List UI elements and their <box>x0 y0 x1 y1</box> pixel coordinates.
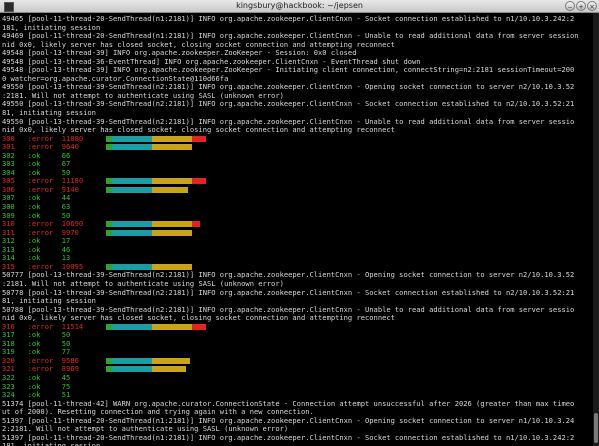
log-line: nid 0x0, likely server has closed socket… <box>2 125 395 135</box>
stat-line: 309 :ok 50 <box>2 210 71 220</box>
bar-yellow <box>152 186 188 193</box>
close-button[interactable]: × <box>587 1 597 11</box>
stat-line: 308 :ok 63 <box>2 202 71 212</box>
scrollbar-thumb[interactable] <box>594 413 598 443</box>
stat-line: 314 :ok 13 <box>2 253 71 263</box>
bar-cyan <box>112 144 152 151</box>
stat-line: 320 :error 9586 <box>2 356 591 366</box>
stat-line: 300 :error 11080 <box>2 134 591 144</box>
stat-line: 303 :ok 67 <box>2 159 71 169</box>
scrollbar[interactable] <box>593 13 599 446</box>
stat-line: 304 :ok 50 <box>2 167 71 177</box>
bar-yellow <box>152 323 192 330</box>
stat-line: 302 :ok 66 <box>2 150 71 160</box>
bar-cyan <box>112 357 152 364</box>
bar-yellow <box>152 135 192 142</box>
bar-yellow <box>152 357 190 364</box>
bar-cyan <box>112 178 152 185</box>
maximize-button[interactable]: + <box>576 1 586 11</box>
log-line: 181, initiating session <box>2 441 101 446</box>
bar-red <box>192 323 206 330</box>
bar-yellow <box>152 366 186 373</box>
bar-cyan <box>112 263 152 270</box>
stat-line: 311 :error 9970 <box>2 228 591 238</box>
bar-cyan <box>112 229 152 236</box>
bar-red <box>192 221 200 228</box>
bar-red <box>192 178 206 185</box>
terminal-output[interactable]: 49465 [pool-11-thread-20-SendThread(n1:2… <box>0 13 599 446</box>
stat-line: 313 :ok 46 <box>2 244 71 254</box>
stat-line: 323 :ok 75 <box>2 381 71 391</box>
bar-yellow <box>152 263 192 270</box>
stat-line: 319 :ok 77 <box>2 347 71 357</box>
stat-line: 310 :error 10690 <box>2 220 591 229</box>
stat-line: 307 :ok 44 <box>2 193 71 203</box>
stat-line: 306 :error 9140 <box>2 185 591 195</box>
bar-cyan <box>112 366 152 373</box>
bar-red <box>192 135 206 142</box>
minimize-button[interactable]: ‒ <box>565 1 575 11</box>
log-line: nid 0x0, likely server has closed socket… <box>2 313 395 323</box>
bar-cyan <box>112 135 152 142</box>
bar-cyan <box>112 186 152 193</box>
bar-yellow <box>152 221 192 228</box>
stat-line: 312 :ok 17 <box>2 236 71 246</box>
stat-line: 322 :ok 45 <box>2 372 71 382</box>
bar-yellow <box>152 229 192 236</box>
bar-yellow <box>152 144 192 151</box>
stat-line: 318 :ok 50 <box>2 338 71 348</box>
stat-line: 316 :error 11514 <box>2 322 591 332</box>
stat-line: 305 :error 11180 <box>2 177 591 186</box>
stat-line: 317 :ok 50 <box>2 330 71 340</box>
terminal-lines: 49465 [pool-11-thread-20-SendThread(n1:2… <box>2 14 591 446</box>
stat-line: 321 :error 8969 <box>2 365 591 374</box>
stat-line: 301 :error 9640 <box>2 143 591 152</box>
bar-cyan <box>112 221 152 228</box>
window-title: kingsbury@hackbook: ~/jepsen <box>236 1 363 10</box>
terminal-window: kingsbury@hackbook: ~/jepsen ‒ + × 49465… <box>0 0 599 446</box>
title-bar[interactable]: kingsbury@hackbook: ~/jepsen ‒ + × <box>0 0 599 13</box>
bar-yellow <box>152 178 192 185</box>
bar-cyan <box>112 323 152 330</box>
